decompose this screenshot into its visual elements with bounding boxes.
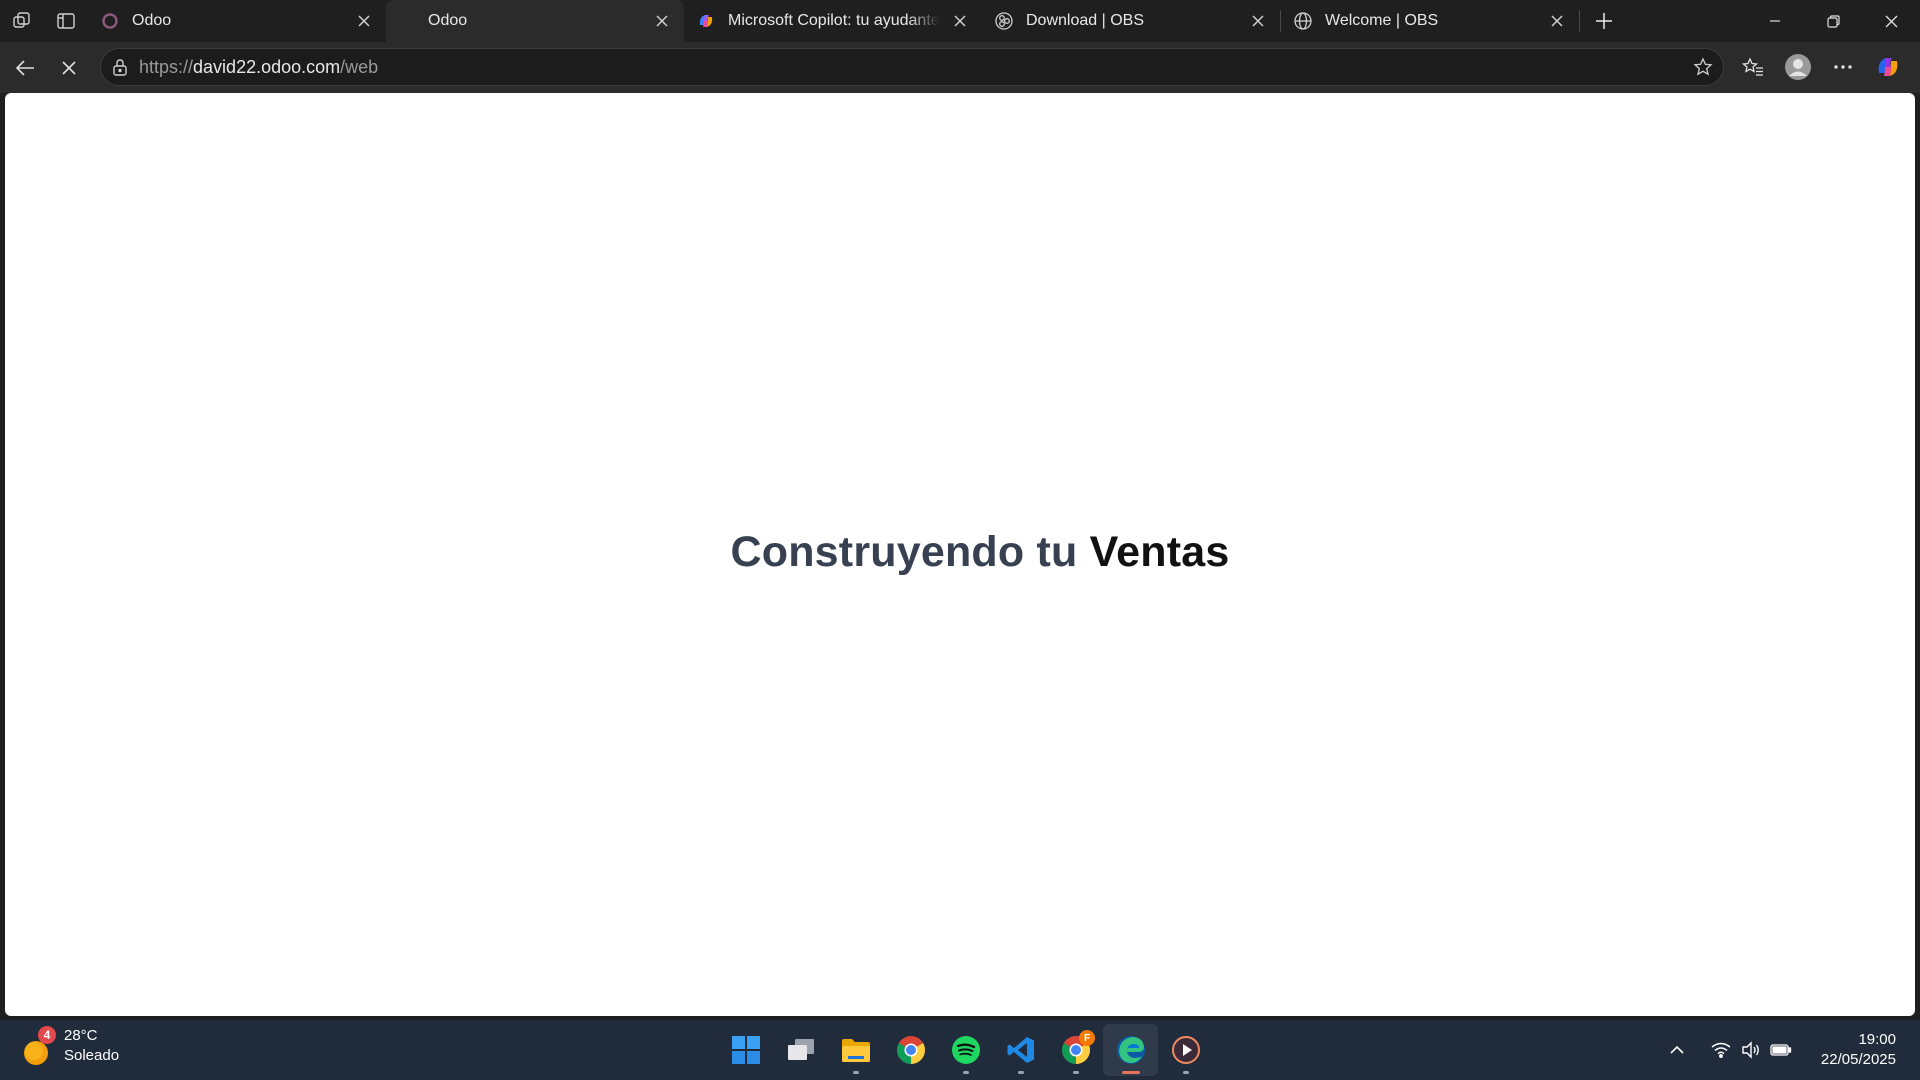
clock-time: 19:00 — [1858, 1031, 1896, 1048]
new-tab-plus-icon[interactable] — [1582, 0, 1626, 42]
running-indicator — [852, 1071, 859, 1074]
tab-title: Welcome | OBS — [1325, 12, 1439, 29]
globe-icon — [1293, 11, 1313, 31]
url-host: david22.odoo.com — [193, 56, 341, 77]
windows-start-icon[interactable] — [718, 1024, 773, 1076]
running-indicator — [1121, 1071, 1140, 1074]
minimize-icon[interactable] — [1746, 0, 1804, 42]
favorites-icon[interactable] — [1730, 48, 1775, 86]
window-controls — [1746, 0, 1920, 42]
back-arrow-icon[interactable] — [3, 49, 47, 87]
battery-icon[interactable] — [1766, 1035, 1796, 1065]
weather-widget[interactable]: 4 28°C Soleado — [22, 1026, 119, 1066]
tab-title: Download | OBS — [1026, 12, 1144, 29]
chrome-icon[interactable] — [883, 1024, 938, 1076]
url-path: /web — [340, 56, 379, 77]
close-icon[interactable] — [948, 9, 972, 33]
copilot-icon — [696, 11, 716, 31]
more-options-icon[interactable] — [1820, 48, 1865, 86]
notification-badge: 4 — [38, 1026, 56, 1044]
running-indicator — [1017, 1071, 1024, 1074]
tab-strip: Odoo Odoo Microsoft Copilot: tu ayudante… — [0, 0, 1920, 42]
spotify-icon[interactable] — [938, 1024, 993, 1076]
edge-icon[interactable] — [1103, 1024, 1158, 1076]
running-indicator — [1182, 1071, 1189, 1074]
copilot-sidebar-icon[interactable] — [1865, 48, 1910, 86]
system-tray: 19:00 22/05/2025 — [1662, 1020, 1920, 1080]
tab-separator — [1579, 10, 1580, 32]
taskbar-apps: F — [718, 1024, 1213, 1076]
close-icon[interactable] — [1545, 9, 1569, 33]
browser-toolbar: https://david22.odoo.com/web — [0, 42, 1920, 93]
close-icon[interactable] — [352, 9, 376, 33]
windows-taskbar: 4 28°C Soleado F 19:00 22/05/2025 — [0, 1020, 1920, 1080]
media-player-icon[interactable] — [1158, 1024, 1213, 1076]
heading-app-name: Ventas — [1089, 528, 1230, 576]
close-window-icon[interactable] — [1862, 0, 1920, 42]
obs-icon — [994, 11, 1014, 31]
restore-icon[interactable] — [1804, 0, 1862, 42]
chrome-profile-badge: F — [1079, 1030, 1095, 1046]
chevron-up-icon[interactable] — [1662, 1035, 1692, 1065]
toolbar-right — [1730, 48, 1910, 86]
tab-obs-download[interactable]: Download | OBS — [982, 0, 1280, 42]
tab-title: Odoo — [428, 12, 468, 29]
task-view-icon[interactable] — [773, 1024, 828, 1076]
volume-icon[interactable] — [1736, 1035, 1766, 1065]
weather-condition: Soleado — [64, 1047, 120, 1064]
tab-copilot[interactable]: Microsoft Copilot: tu ayudante de — [684, 0, 982, 42]
running-indicator — [1072, 1071, 1079, 1074]
odoo-ring-icon — [100, 11, 120, 31]
wifi-icon[interactable] — [1706, 1035, 1736, 1065]
lock-icon[interactable] — [101, 58, 139, 76]
stop-loading-icon[interactable] — [47, 49, 91, 87]
tab-title: Microsoft Copilot: tu ayudante de — [728, 12, 940, 29]
close-icon[interactable] — [650, 9, 674, 33]
tab-odoo-active[interactable]: Odoo — [386, 0, 684, 42]
clock-date: 22/05/2025 — [1820, 1051, 1896, 1068]
close-icon[interactable] — [1246, 9, 1270, 33]
sun-weather-icon: 4 — [22, 1026, 56, 1065]
address-bar[interactable]: https://david22.odoo.com/web — [100, 48, 1724, 86]
vertical-tabs-icon[interactable] — [44, 0, 88, 42]
chrome-profile-icon[interactable]: F — [1048, 1024, 1103, 1076]
tab-title: Odoo — [132, 12, 172, 29]
url-text[interactable]: https://david22.odoo.com/web — [139, 57, 378, 78]
running-indicator — [962, 1071, 969, 1074]
workspaces-icon[interactable] — [0, 0, 44, 42]
heading-prefix: Construyendo tu — [730, 528, 1078, 576]
tab-odoo-1[interactable]: Odoo — [88, 0, 386, 42]
vscode-icon[interactable] — [993, 1024, 1048, 1076]
tab-obs-welcome[interactable]: Welcome | OBS — [1281, 0, 1579, 42]
profile-avatar-icon[interactable] — [1775, 48, 1820, 86]
weather-temperature: 28°C — [64, 1027, 98, 1044]
loading-heading: Construyendo tu Ventas — [0, 528, 1920, 577]
favorite-star-icon[interactable] — [1683, 57, 1723, 77]
system-clock[interactable]: 19:00 22/05/2025 — [1810, 1030, 1920, 1070]
url-scheme: https:// — [139, 56, 194, 77]
file-explorer-icon[interactable] — [828, 1024, 883, 1076]
